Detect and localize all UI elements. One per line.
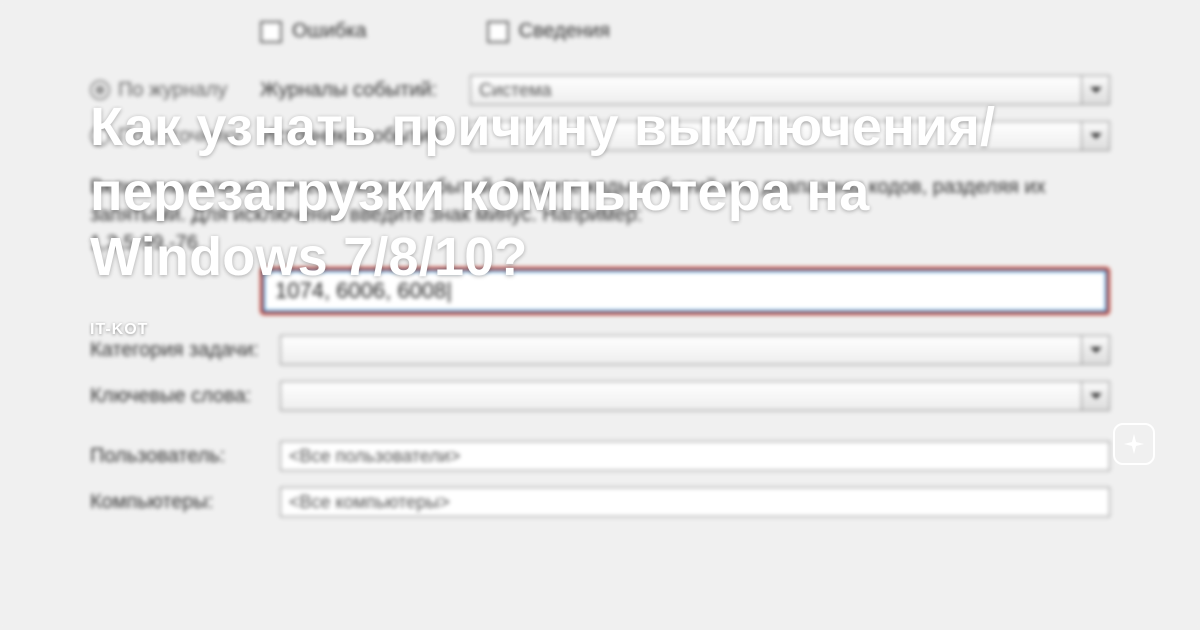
radio-label: По источнику (118, 125, 241, 148)
label-task-category: Категория задачи: (90, 339, 280, 362)
level-checkboxes: Ошибка Сведения (90, 20, 1110, 43)
help-line-1: Включение или исключение кодов событий. … (90, 176, 1046, 226)
label-keywords: Ключевые слова: (90, 385, 280, 408)
combo-task-category[interactable] (280, 335, 1110, 365)
help-text: Включение или исключение кодов событий. … (90, 173, 1110, 257)
event-codes-highlight: 1074, 6006, 6008| (260, 267, 1110, 315)
checkbox-label: Сведения (519, 20, 610, 43)
help-line-2: 1,3,5-99,-76 (90, 232, 198, 254)
combo-value: Система (479, 80, 552, 101)
label-computers: Компьютеры: (90, 491, 280, 514)
combo-event-sources[interactable] (470, 121, 1110, 151)
chevron-down-icon (1081, 336, 1109, 364)
input-user[interactable]: <Все пользователи> (280, 441, 1110, 471)
checkbox-info[interactable]: Сведения (487, 20, 610, 43)
input-value: <Все пользователи> (289, 446, 460, 467)
chevron-down-icon (1081, 382, 1109, 410)
chevron-down-icon (1081, 76, 1109, 104)
event-codes-input[interactable]: 1074, 6006, 6008| (263, 270, 1107, 312)
checkbox-label: Ошибка (292, 20, 367, 43)
sparkle-icon (1113, 423, 1155, 465)
label-event-sources: Источники событий: (260, 125, 470, 148)
radio-label: По журналу (118, 79, 227, 102)
checkbox-error[interactable]: Ошибка (260, 20, 367, 43)
label-event-logs: Журналы событий: (260, 79, 470, 102)
event-codes-row: 1074, 6006, 6008| (90, 267, 1110, 315)
checkbox-box (487, 21, 509, 43)
radio-circle (90, 80, 110, 100)
radio-by-log[interactable]: По журналу (90, 79, 260, 102)
chevron-down-icon (1081, 122, 1109, 150)
combo-event-logs[interactable]: Система (470, 75, 1110, 105)
checkbox-box (260, 21, 282, 43)
combo-keywords[interactable] (280, 381, 1110, 411)
radio-by-source[interactable]: По источнику (90, 125, 260, 148)
event-filter-dialog: Ошибка Сведения По журналу Журналы событ… (0, 0, 1200, 630)
event-codes-value: 1074, 6006, 6008 (275, 278, 446, 303)
radio-circle (90, 126, 110, 146)
input-value: <Все компьютеры> (289, 492, 450, 513)
label-user: Пользователь: (90, 445, 280, 468)
input-computers[interactable]: <Все компьютеры> (280, 487, 1110, 517)
